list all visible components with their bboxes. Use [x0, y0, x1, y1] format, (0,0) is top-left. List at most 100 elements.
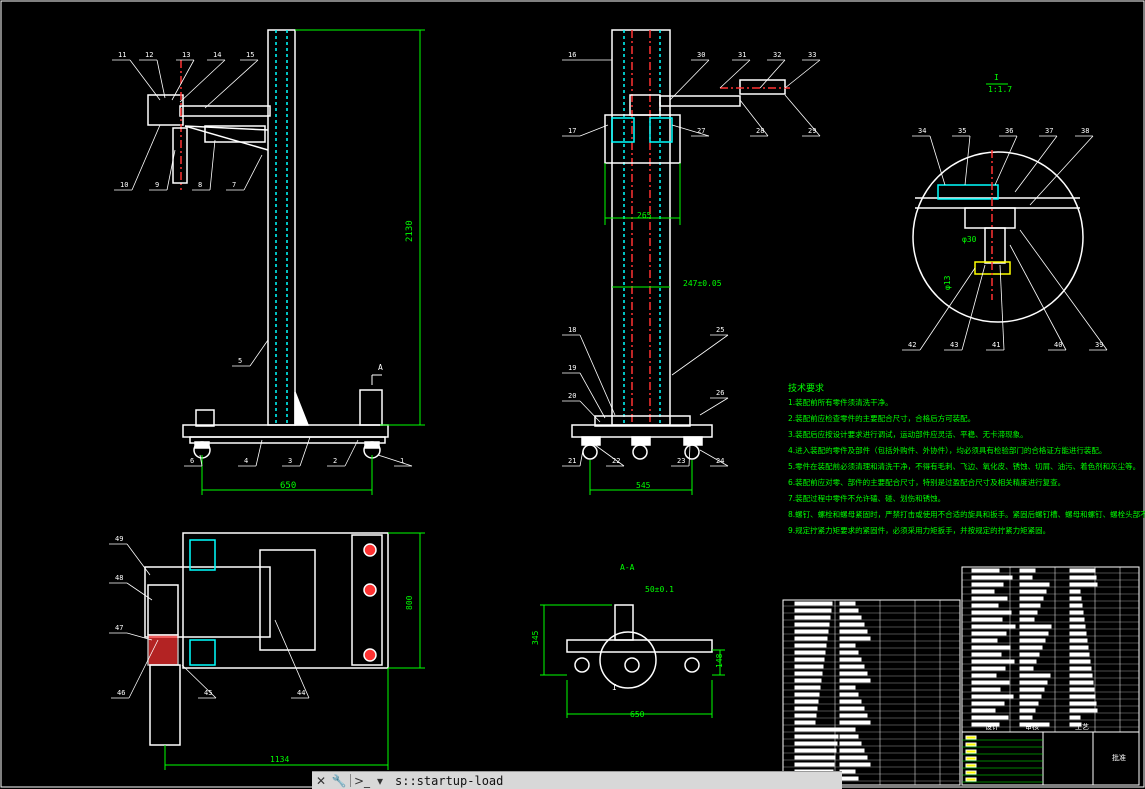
top-dimensions [164, 532, 425, 770]
balloon-22: 22 [594, 444, 625, 467]
dim-side-tolerance: 247±0.05 [683, 279, 722, 288]
balloon-28: 28 [739, 99, 769, 137]
balloon-label: 18 [568, 326, 576, 334]
balloon-label: 15 [246, 51, 254, 59]
cad-drawing-canvas[interactable]: 2130 650 A 265 247±0.05 545 I 1:1.7 φ30 … [0, 0, 1145, 788]
front-view[interactable] [147, 29, 389, 459]
top-view[interactable] [144, 532, 389, 746]
dim-front-height: 2130 [405, 220, 415, 242]
balloon-label: 4 [244, 457, 248, 465]
balloon-4: 4 [238, 439, 263, 467]
balloon-label: 26 [716, 389, 724, 397]
title-cell-2: 审核 [1025, 722, 1039, 731]
balloon-label: 6 [190, 457, 194, 465]
balloon-label: 42 [908, 341, 916, 349]
tech-note-line: 4.进入装配的零件及部件（包括外购件、外协件），均必须具有检验部门的合格证方能进… [788, 445, 1106, 455]
balloon-8: 8 [192, 139, 216, 191]
balloon-label: 2 [333, 457, 337, 465]
balloon-34: 34 [912, 127, 946, 186]
dim-side-gap: 265 [637, 211, 652, 220]
balloon-label: 8 [198, 181, 202, 189]
balloon-label: 9 [155, 181, 159, 189]
balloon-label: 27 [697, 127, 705, 135]
balloon-12: 12 [139, 51, 166, 99]
close-icon[interactable]: ✕ [312, 772, 330, 789]
side-caster-3 [684, 444, 700, 460]
balloon-32: 32 [759, 51, 786, 89]
balloon-15: 15 [204, 51, 259, 109]
wrench-icon[interactable]: 🔧 [330, 772, 348, 789]
balloon-label: 28 [756, 127, 764, 135]
front-column [267, 29, 296, 426]
balloon-label: 20 [568, 392, 576, 400]
balloon-13: 13 [171, 51, 195, 101]
dim-section-top: 50±0.1 [645, 585, 674, 594]
balloon-label: 32 [773, 51, 781, 59]
balloon-26: 26 [699, 389, 729, 416]
dim-section-offset: 148 [715, 653, 724, 668]
front-brace [294, 391, 310, 426]
balloon-49: 49 [109, 535, 151, 576]
balloon-label: 31 [738, 51, 746, 59]
top-gripper [149, 664, 181, 746]
balloon-label: 35 [958, 127, 966, 135]
chevron-down-icon[interactable]: ▾ [371, 772, 389, 789]
side-head [739, 79, 786, 95]
balloon-label: 23 [677, 457, 685, 465]
balloon-36: 36 [994, 127, 1018, 186]
detail-scale: 1:1.7 [988, 85, 1012, 94]
balloon-label: 47 [115, 624, 123, 632]
balloon-19: 19 [562, 364, 606, 419]
balloon-label: 30 [697, 51, 705, 59]
balloon-label: 1 [400, 457, 404, 465]
side-view[interactable] [571, 29, 790, 460]
balloon-7: 7 [226, 154, 263, 191]
top-base-frame [182, 532, 389, 669]
dim-section-height: 345 [531, 630, 540, 645]
side-caster-1 [582, 444, 598, 460]
command-line-bar[interactable]: ✕ 🔧 >_ ▾ s::startup-load [312, 771, 842, 789]
balloon-label: 40 [1054, 341, 1062, 349]
tech-note-line: 7.装配过程中零件不允许磕、碰、划伤和锈蚀。 [788, 493, 945, 503]
balloon-label: 3 [288, 457, 292, 465]
balloon-label: 41 [992, 341, 1000, 349]
dim-top-depth: 800 [405, 595, 414, 610]
section-view[interactable] [566, 604, 713, 689]
title-cell-1: 设计 [985, 722, 999, 731]
balloon-33: 33 [784, 51, 821, 89]
balloon-label: 43 [950, 341, 958, 349]
balloon-39: 39 [1019, 229, 1108, 351]
balloon-label: 39 [1095, 341, 1103, 349]
top-arm [144, 566, 271, 638]
tech-note-line: 2.装配前应检查零件的主要配合尺寸，合格后方可装配。 [788, 413, 975, 423]
section-detail-label: I [612, 683, 617, 692]
balloon-6: 6 [184, 454, 203, 467]
side-carriage [604, 114, 681, 164]
balloon-label: 29 [808, 127, 816, 135]
detail-view[interactable] [912, 150, 1084, 323]
balloon-29: 29 [784, 94, 821, 137]
balloon-17: 17 [562, 124, 609, 137]
balloon-label: 44 [297, 689, 305, 697]
tech-note-line: 3.装配后应按设计要求进行调试，运动部件应灵活、平稳、无卡滞现象。 [788, 429, 1028, 439]
balloon-31: 31 [719, 51, 751, 89]
side-base [571, 424, 713, 438]
tech-note-line: 9.规定拧紧力矩要求的紧固件，必须采用力矩扳手，并按规定的拧紧力矩紧固。 [788, 525, 1050, 535]
balloon-9: 9 [149, 149, 176, 191]
tech-note-line: 1.装配前所有零件须清洗干净。 [788, 397, 893, 407]
front-post [359, 389, 383, 426]
balloon-3: 3 [282, 436, 311, 467]
command-prompt-icon[interactable]: >_ [353, 772, 371, 789]
balloon-label: 11 [118, 51, 126, 59]
top-plate [259, 549, 316, 651]
balloon-label: 12 [145, 51, 153, 59]
section-title: A-A [620, 563, 635, 572]
balloon-1: 1 [377, 454, 413, 467]
dim-section-width: 650 [630, 710, 645, 719]
balloon-label: 38 [1081, 127, 1089, 135]
balloon-21: 21 [562, 449, 584, 467]
title-cell-4: 批准 [1112, 753, 1126, 762]
command-text[interactable]: s::startup-load [389, 774, 842, 788]
title-block [782, 566, 1140, 786]
balloon-label: 24 [716, 457, 724, 465]
